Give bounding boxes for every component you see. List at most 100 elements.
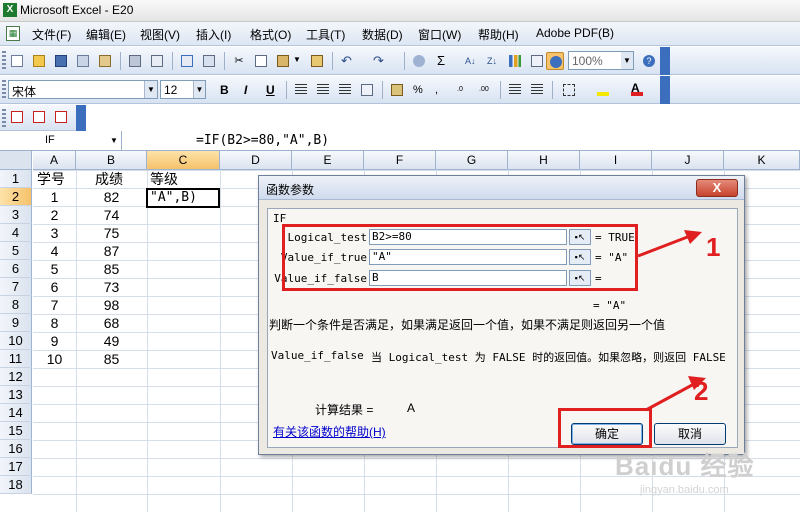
spelling-icon[interactable] [178,52,196,70]
toolbar-options-icon[interactable] [76,105,86,131]
redo-icon[interactable]: ↷ [370,52,388,70]
menu-tools[interactable]: 工具(T) [306,26,345,43]
menu-insert[interactable]: 插入(I) [196,26,231,43]
cancel-button[interactable]: 取消 [654,423,726,445]
chevron-down-icon[interactable]: ▼ [193,81,205,98]
menu-view[interactable]: 视图(V) [140,26,180,43]
column-header-h[interactable]: H [508,151,580,170]
menu-adobe-pdf[interactable]: Adobe PDF(B) [536,26,614,40]
menu-format[interactable]: 格式(O) [250,26,291,43]
formula-input[interactable]: =IF(B2>=80,"A",B) [196,133,329,148]
toolbar-grip[interactable] [2,109,6,127]
convert-to-pdf-icon[interactable] [8,108,26,126]
row-header[interactable]: 13 [0,386,32,404]
cell-a[interactable]: 4 [33,242,76,260]
row-header[interactable]: 11 [0,350,32,368]
cell-a[interactable]: 2 [33,206,76,224]
new-icon[interactable] [8,52,26,70]
active-cell-c2[interactable]: "A",B) [146,188,220,208]
header-cell-student-id[interactable]: 学号 [37,170,65,188]
pdf-review-icon[interactable] [52,108,70,126]
decrease-decimal-icon[interactable]: .00 [476,81,494,99]
cell-a[interactable]: 8 [33,314,76,332]
row-header[interactable]: 4 [0,224,32,242]
row-header[interactable]: 5 [0,242,32,260]
help-icon[interactable]: ? [640,52,658,70]
header-cell-grade[interactable]: 等级 [150,170,178,188]
bold-button[interactable]: B [220,83,229,97]
chevron-down-icon[interactable]: ▼ [110,136,118,145]
cell-a[interactable]: 6 [33,278,76,296]
row-header[interactable]: 2 [0,188,32,206]
currency-icon[interactable] [388,81,406,99]
row-header[interactable]: 9 [0,314,32,332]
autosum-icon[interactable]: Σ [434,52,452,70]
toolbar-grip[interactable] [2,80,6,98]
print-preview-icon[interactable] [148,52,166,70]
cell-b[interactable]: 82 [76,188,147,206]
row-header[interactable]: 14 [0,404,32,422]
cell-a[interactable]: 9 [33,332,76,350]
merge-center-icon[interactable] [358,81,376,99]
borders-icon[interactable] [560,81,578,99]
column-header-i[interactable]: I [580,151,652,170]
copy-icon[interactable] [252,52,270,70]
italic-button[interactable]: I [244,83,247,97]
workbook-icon[interactable]: ▦ [6,26,20,41]
excel-app-icon[interactable]: X [3,3,17,17]
undo-icon[interactable]: ↶ [338,52,356,70]
row-header[interactable]: 3 [0,206,32,224]
increase-indent-icon[interactable] [528,81,546,99]
row-header[interactable]: 18 [0,476,32,494]
row-header[interactable]: 17 [0,458,32,476]
toolbar-options-icon[interactable] [660,76,670,104]
dialog-title-bar[interactable]: 函数参数 X [259,176,744,200]
menu-help[interactable]: 帮助(H) [478,26,519,43]
cell-b[interactable]: 85 [76,260,147,278]
row-header[interactable]: 10 [0,332,32,350]
select-all-corner[interactable] [0,151,32,170]
column-header-f[interactable]: F [364,151,436,170]
permission-icon[interactable] [74,52,92,70]
align-right-icon[interactable] [336,81,354,99]
row-header[interactable]: 16 [0,440,32,458]
comma-style-icon[interactable]: , [432,81,450,99]
print-icon[interactable] [126,52,144,70]
align-center-icon[interactable] [314,81,332,99]
research-icon[interactable] [200,52,218,70]
sort-descending-icon[interactable]: Z↓ [484,52,502,70]
row-header[interactable]: 6 [0,260,32,278]
column-header-c[interactable]: C [147,151,220,170]
row-header[interactable]: 15 [0,422,32,440]
email-icon[interactable] [96,52,114,70]
pdf-email-icon[interactable] [30,108,48,126]
column-header-g[interactable]: G [436,151,508,170]
column-header-k[interactable]: K [724,151,800,170]
cell-a[interactable]: 3 [33,224,76,242]
close-button[interactable]: X [696,179,738,197]
menu-data[interactable]: 数据(D) [362,26,403,43]
column-header-e[interactable]: E [292,151,364,170]
chevron-down-icon[interactable]: ▼ [621,52,633,69]
decrease-indent-icon[interactable] [506,81,524,99]
chevron-down-icon[interactable]: ▼ [144,81,157,98]
align-left-icon[interactable] [292,81,310,99]
font-color-icon[interactable]: A [628,81,646,99]
fill-color-icon[interactable] [594,81,612,99]
header-cell-score[interactable]: 成绩 [95,170,123,188]
drawing-icon[interactable] [528,52,546,70]
row-header[interactable]: 1 [0,170,32,188]
column-header-j[interactable]: J [652,151,724,170]
font-name-select[interactable]: 宋体 [8,80,158,99]
open-icon[interactable] [30,52,48,70]
menu-edit[interactable]: 编辑(E) [86,26,126,43]
column-header-d[interactable]: D [220,151,292,170]
column-header-a[interactable]: A [33,151,76,170]
name-box[interactable]: IF [0,131,122,150]
cell-a[interactable]: 7 [33,296,76,314]
paste-icon[interactable] [274,52,292,70]
cell-a[interactable]: 1 [33,188,76,206]
percent-icon[interactable]: % [410,81,428,99]
menu-window[interactable]: 窗口(W) [418,26,461,43]
cell-b[interactable]: 98 [76,296,147,314]
